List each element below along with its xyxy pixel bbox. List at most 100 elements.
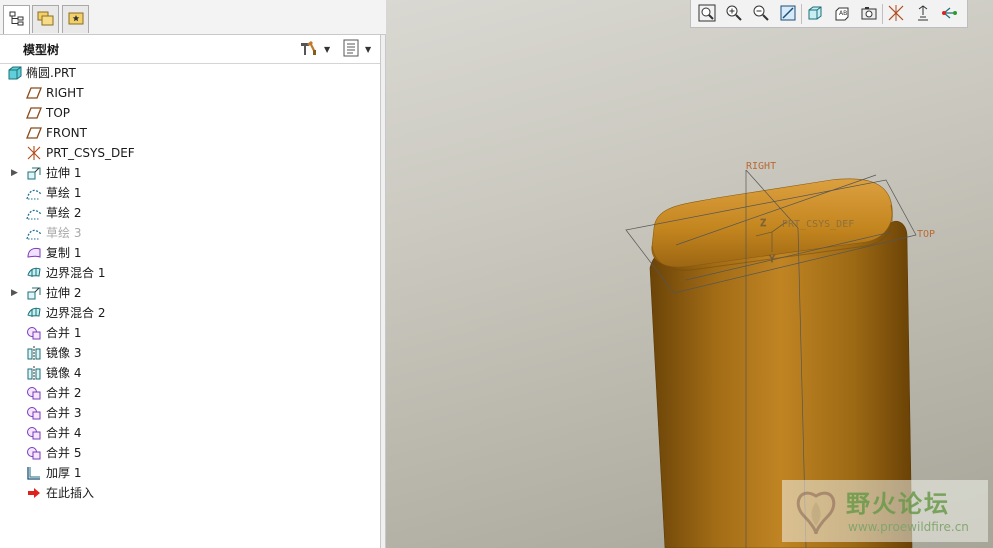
- tree-item[interactable]: ▶ 拉伸 1: [0, 163, 370, 183]
- insert-here-icon: [26, 485, 42, 501]
- zoom-out-button[interactable]: [750, 3, 772, 25]
- navigator-tab-strip: [0, 0, 386, 35]
- tree-item[interactable]: 加厚 1: [0, 463, 370, 483]
- repaint-icon: [779, 4, 797, 25]
- forum-watermark: 野火论坛 www.proewildfire.cn: [782, 480, 988, 542]
- graphics-viewport[interactable]: Z Y RIGHT TOP PRT_CSYS_DEF AB 野火论坛 www.p…: [386, 0, 993, 548]
- datum-label-top[interactable]: TOP: [917, 229, 935, 240]
- datum-display-filters-icon: [887, 4, 905, 25]
- watermark-url: www.proewildfire.cn: [848, 520, 969, 534]
- display-style-button[interactable]: [804, 3, 826, 25]
- tree-item[interactable]: 合并 1: [0, 323, 370, 343]
- zoom-out-icon: [752, 4, 770, 25]
- tab-folder-browser[interactable]: [32, 5, 59, 33]
- annotation-display-button[interactable]: [912, 3, 934, 25]
- merge-icon: [26, 425, 42, 441]
- tree-item[interactable]: FRONT: [0, 123, 370, 143]
- expand-arrow-icon[interactable]: ▶: [11, 168, 21, 178]
- tree-item[interactable]: 草绘 1: [0, 183, 370, 203]
- tree-show-caret-icon: ▼: [365, 44, 372, 54]
- datum-plane-icon: [26, 105, 42, 121]
- tree-show-button[interactable]: ▼: [342, 39, 371, 59]
- tree-settings-caret-icon: ▼: [324, 44, 331, 54]
- zoom-in-button[interactable]: [723, 3, 745, 25]
- tree-item[interactable]: 合并 2: [0, 383, 370, 403]
- thicken-icon: [26, 465, 42, 481]
- repaint-button[interactable]: [777, 3, 799, 25]
- tree-item[interactable]: 合并 4: [0, 423, 370, 443]
- tree-item[interactable]: 草绘 2: [0, 203, 370, 223]
- tree-item[interactable]: 复制 1: [0, 243, 370, 263]
- csys-icon: [26, 145, 42, 161]
- tab-favorites[interactable]: [62, 5, 89, 33]
- sketch-icon: [26, 225, 42, 241]
- merge-icon: [26, 385, 42, 401]
- view-manager-button[interactable]: [858, 3, 880, 25]
- copy-icon: [26, 245, 42, 261]
- tree-item[interactable]: 边界混合 1: [0, 263, 370, 283]
- tree-item-label: 合并 2: [46, 386, 82, 400]
- model-tree-title: 模型树: [23, 43, 60, 57]
- model-render[interactable]: Z Y RIGHT TOP PRT_CSYS_DEF: [386, 0, 993, 548]
- tree-item[interactable]: 镜像 4: [0, 363, 370, 383]
- toolbar-separator: [882, 4, 883, 24]
- tree-item[interactable]: 镜像 3: [0, 343, 370, 363]
- tab-model-tree[interactable]: [3, 5, 30, 34]
- saved-orientations-icon: AB: [833, 4, 851, 25]
- model-tree-icon: [9, 11, 25, 30]
- tree-item-label: 草绘 2: [46, 206, 82, 220]
- spin-center-button[interactable]: [939, 3, 961, 25]
- tree-item[interactable]: PRT_CSYS_DEF: [0, 143, 370, 163]
- tree-settings-button[interactable]: ▼: [299, 39, 330, 59]
- tree-item[interactable]: 合并 3: [0, 403, 370, 423]
- spin-center-icon: [941, 4, 959, 25]
- tree-item[interactable]: TOP: [0, 103, 370, 123]
- tree-item[interactable]: 草绘 3: [0, 223, 370, 243]
- expand-arrow-icon[interactable]: ▶: [11, 288, 21, 298]
- tree-item[interactable]: RIGHT: [0, 83, 370, 103]
- zoom-in-icon: [725, 4, 743, 25]
- tree-item-label: TOP: [46, 106, 71, 120]
- tree-item[interactable]: ▶ 拉伸 2: [0, 283, 370, 303]
- tree-item-label: 复制 1: [46, 246, 82, 260]
- datum-label-right[interactable]: RIGHT: [746, 161, 776, 172]
- tree-item[interactable]: 边界混合 2: [0, 303, 370, 323]
- sketch-icon: [26, 185, 42, 201]
- tree-item-label: 合并 3: [46, 406, 82, 420]
- tree-item-label: 合并 1: [46, 326, 82, 340]
- datum-label-csys[interactable]: PRT_CSYS_DEF: [782, 219, 854, 230]
- graphics-toolbar: AB: [690, 0, 968, 28]
- tree-item-label: 拉伸 1: [46, 166, 82, 180]
- tree-item-label: 边界混合 2: [46, 306, 106, 320]
- datum-display-filters-button[interactable]: [885, 3, 907, 25]
- tree-item-label: 加厚 1: [46, 466, 82, 480]
- tree-item[interactable]: 合并 5: [0, 443, 370, 463]
- svg-text:Z: Z: [760, 218, 766, 229]
- display-style-icon: [806, 4, 824, 25]
- tree-item[interactable]: 椭圆.PRT: [0, 63, 370, 83]
- tree-show-icon: [342, 39, 360, 60]
- tree-item-label: 草绘 1: [46, 186, 82, 200]
- tree-item-label: 椭圆.PRT: [26, 66, 76, 80]
- tree-item[interactable]: 在此插入: [0, 483, 370, 503]
- toolbar-separator: [801, 4, 802, 24]
- annotation-display-icon: [914, 4, 932, 25]
- svg-text:AB: AB: [839, 10, 847, 17]
- tree-item-label: 合并 5: [46, 446, 82, 460]
- saved-orientations-button[interactable]: AB: [831, 3, 853, 25]
- refit-button[interactable]: [696, 3, 718, 25]
- tree-item-label: 边界混合 1: [46, 266, 106, 280]
- tree-item-label: 拉伸 2: [46, 286, 82, 300]
- tree-item-label: 合并 4: [46, 426, 82, 440]
- view-manager-icon: [860, 4, 878, 25]
- boundary-blend-icon: [26, 265, 42, 281]
- datum-plane-icon: [26, 125, 42, 141]
- merge-icon: [26, 405, 42, 421]
- favorites-icon: [67, 9, 85, 30]
- tree-item-label: 在此插入: [46, 486, 95, 500]
- refit-icon: [698, 4, 716, 25]
- merge-icon: [26, 325, 42, 341]
- extrude-icon: [26, 285, 42, 301]
- extrude-icon: [26, 165, 42, 181]
- tree-item-label: RIGHT: [46, 86, 84, 100]
